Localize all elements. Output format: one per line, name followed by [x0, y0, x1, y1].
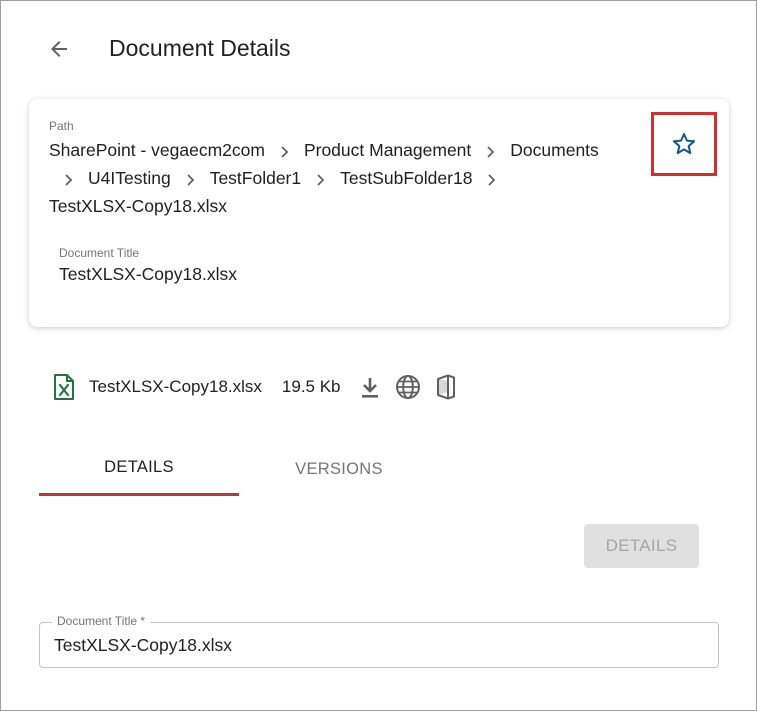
- open-in-browser-button[interactable]: [395, 374, 421, 400]
- tab-details[interactable]: DETAILS: [39, 441, 239, 496]
- star-outline-icon: [672, 133, 696, 155]
- chevron-right-icon: [185, 166, 203, 193]
- download-button[interactable]: [357, 374, 383, 400]
- breadcrumb-item-sharepoint[interactable]: SharePoint - vegaecm2com: [49, 140, 265, 160]
- favorite-button[interactable]: [651, 112, 717, 176]
- document-title-input[interactable]: [54, 635, 694, 656]
- document-title-field: Document Title *: [39, 614, 719, 668]
- file-size: 19.5 Kb: [281, 377, 341, 396]
- chevron-right-icon: [485, 138, 503, 165]
- breadcrumb-item-u4itesting[interactable]: U4ITesting: [88, 168, 171, 188]
- page-title: Document Details: [109, 35, 291, 61]
- breadcrumb-item-product-management[interactable]: Product Management: [304, 140, 471, 160]
- document-title-label: Document Title: [59, 246, 140, 260]
- office-icon: [436, 374, 455, 400]
- chevron-right-icon: [279, 138, 297, 165]
- document-details-panel: Document Details Path SharePoint - vegae…: [0, 0, 757, 711]
- path-card: Path SharePoint - vegaecm2com Product Man…: [29, 99, 729, 327]
- path-label: Path: [49, 119, 74, 133]
- document-title-field-label: Document Title *: [52, 614, 151, 628]
- globe-icon: [395, 375, 420, 399]
- open-in-office-button[interactable]: [433, 374, 459, 400]
- details-button[interactable]: DETAILS: [584, 524, 699, 568]
- chevron-right-icon: [486, 166, 504, 193]
- breadcrumb-item-testsubfolder18[interactable]: TestSubFolder18: [340, 168, 472, 188]
- breadcrumb-item-testfolder1[interactable]: TestFolder1: [210, 168, 301, 188]
- file-name[interactable]: TestXLSX-Copy18.xlsx: [89, 377, 262, 397]
- breadcrumb: SharePoint - vegaecm2com Product Manageme…: [49, 137, 639, 220]
- breadcrumb-item-current-file: TestXLSX-Copy18.xlsx: [49, 195, 227, 216]
- chevron-right-icon: [63, 166, 81, 193]
- excel-file-icon: [54, 374, 74, 400]
- download-icon: [361, 378, 378, 398]
- arrow-left-icon: [51, 41, 67, 57]
- tab-versions[interactable]: VERSIONS: [239, 441, 439, 497]
- document-title-value: TestXLSX-Copy18.xlsx: [59, 264, 237, 284]
- breadcrumb-item-documents[interactable]: Documents: [510, 140, 599, 160]
- back-button[interactable]: [41, 33, 77, 65]
- chevron-right-icon: [315, 166, 333, 193]
- file-info-row: TestXLSX-Copy18.xlsx 19.5 Kb: [53, 371, 459, 403]
